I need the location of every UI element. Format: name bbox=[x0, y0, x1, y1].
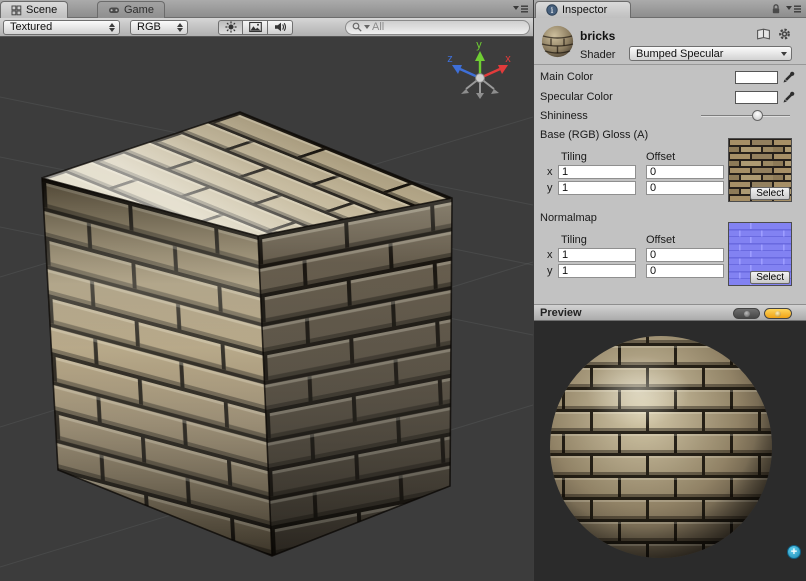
base-offset-x-input[interactable] bbox=[646, 165, 724, 179]
main-color-label: Main Color bbox=[540, 71, 593, 83]
gear-icon[interactable] bbox=[777, 27, 792, 41]
offset-header: Offset bbox=[646, 234, 675, 246]
tab-inspector-label: Inspector bbox=[562, 4, 607, 16]
help-book-icon[interactable] bbox=[756, 27, 771, 41]
info-icon: i bbox=[546, 4, 558, 16]
offset-header: Offset bbox=[646, 151, 675, 163]
dot-icon bbox=[775, 311, 781, 317]
speaker-icon bbox=[274, 21, 287, 33]
search-icon bbox=[352, 22, 362, 32]
y-axis-label: y bbox=[547, 265, 553, 277]
specular-color-label: Specular Color bbox=[540, 91, 613, 103]
tab-scene-label: Scene bbox=[26, 4, 57, 16]
draw-mode-dropdown[interactable]: Textured bbox=[3, 20, 120, 35]
dropdown-arrows-icon bbox=[109, 23, 115, 32]
normalmap-thumbnail[interactable]: Select bbox=[728, 222, 792, 286]
dot-icon bbox=[744, 311, 750, 317]
specular-color-swatch[interactable] bbox=[735, 91, 778, 104]
eyedropper-icon[interactable] bbox=[782, 90, 796, 104]
render-mode-dropdown[interactable]: RGB bbox=[130, 20, 188, 35]
base-gloss-title: Base (RGB) Gloss (A) bbox=[540, 129, 648, 141]
scene-render: y x z bbox=[0, 37, 533, 581]
inspector-pane: i Inspector bbox=[533, 0, 806, 581]
inspector-tabbar: i Inspector bbox=[534, 0, 806, 18]
pane-menu-icon[interactable] bbox=[513, 4, 529, 14]
material-preview-icon bbox=[541, 25, 574, 58]
preview-header: Preview bbox=[534, 304, 806, 321]
material-header: bricks Shader Bumped Specular bbox=[534, 18, 806, 65]
brick-cube bbox=[42, 112, 452, 556]
material-name: bricks bbox=[580, 29, 615, 43]
eyedropper-icon[interactable] bbox=[782, 70, 796, 84]
tab-inspector[interactable]: i Inspector bbox=[535, 1, 631, 18]
search-input[interactable] bbox=[372, 21, 523, 33]
y-axis-label: y bbox=[547, 182, 553, 194]
base-texture-select-button[interactable]: Select bbox=[750, 187, 790, 200]
scene-toolbar: Textured RGB bbox=[0, 18, 533, 37]
draw-mode-value: Textured bbox=[10, 21, 52, 33]
main-color-swatch[interactable] bbox=[735, 71, 778, 84]
scene-pane: Scene Game Textured RGB bbox=[0, 0, 533, 581]
scene-viewport[interactable]: y x z bbox=[0, 37, 533, 581]
gizmo-x-label[interactable]: x bbox=[505, 53, 511, 65]
base-tiling-y-input[interactable] bbox=[558, 181, 636, 195]
image-icon bbox=[249, 21, 262, 33]
gizmo-y-label[interactable]: y bbox=[476, 39, 482, 51]
shader-label: Shader bbox=[580, 49, 615, 61]
scene-search-field[interactable] bbox=[345, 20, 530, 35]
x-axis-label: x bbox=[547, 249, 553, 261]
normalmap-offset-x-input[interactable] bbox=[646, 248, 724, 262]
scene-grid-icon bbox=[11, 5, 22, 16]
pane-menu-icon[interactable] bbox=[786, 4, 802, 14]
material-preview-area[interactable]: + bbox=[534, 321, 806, 581]
gizmo-z-label[interactable]: z bbox=[447, 53, 453, 65]
skybox-toggle-button[interactable] bbox=[243, 20, 268, 35]
unity-editor-window: Scene Game Textured RGB bbox=[0, 0, 806, 581]
game-icon bbox=[108, 4, 120, 16]
preview-light-toggle[interactable] bbox=[764, 308, 792, 319]
normalmap-tiling-y-input[interactable] bbox=[558, 264, 636, 278]
slider-track bbox=[701, 115, 790, 117]
svg-text:i: i bbox=[551, 6, 554, 16]
shader-value: Bumped Specular bbox=[636, 48, 723, 60]
base-tiling-x-input[interactable] bbox=[558, 165, 636, 179]
shininess-slider[interactable] bbox=[699, 109, 792, 122]
base-offset-y-input[interactable] bbox=[646, 181, 724, 195]
tab-scene[interactable]: Scene bbox=[0, 1, 68, 18]
scene-tabbar: Scene Game bbox=[0, 0, 533, 18]
chevron-down-icon bbox=[781, 52, 787, 56]
preview-sphere bbox=[534, 321, 806, 581]
lighting-toggle-button[interactable] bbox=[218, 20, 243, 35]
render-mode-value: RGB bbox=[137, 21, 161, 33]
search-filter-arrow-icon[interactable] bbox=[364, 25, 370, 29]
x-axis-label: x bbox=[547, 166, 553, 178]
preview-title: Preview bbox=[540, 307, 582, 319]
tiling-header: Tiling bbox=[561, 234, 587, 246]
view-toggle-group bbox=[218, 20, 293, 35]
preview-add-button[interactable]: + bbox=[787, 545, 801, 559]
lock-icon[interactable] bbox=[770, 3, 782, 15]
normalmap-title: Normalmap bbox=[540, 212, 597, 224]
normalmap-tiling-x-input[interactable] bbox=[558, 248, 636, 262]
normalmap-offset-y-input[interactable] bbox=[646, 264, 724, 278]
preview-options-toggle[interactable] bbox=[733, 308, 760, 319]
sun-icon bbox=[225, 21, 237, 33]
slider-thumb[interactable] bbox=[752, 110, 763, 121]
tab-game-label: Game bbox=[124, 4, 154, 16]
orientation-gizmo[interactable]: y x z bbox=[447, 39, 511, 99]
audio-toggle-button[interactable] bbox=[268, 20, 293, 35]
tab-game[interactable]: Game bbox=[97, 1, 165, 18]
base-texture-thumbnail[interactable]: Select bbox=[728, 138, 792, 202]
dropdown-arrows-icon bbox=[177, 23, 183, 32]
tiling-header: Tiling bbox=[561, 151, 587, 163]
shininess-label: Shininess bbox=[540, 110, 588, 122]
shader-dropdown[interactable]: Bumped Specular bbox=[629, 46, 792, 61]
normalmap-select-button[interactable]: Select bbox=[750, 271, 790, 284]
